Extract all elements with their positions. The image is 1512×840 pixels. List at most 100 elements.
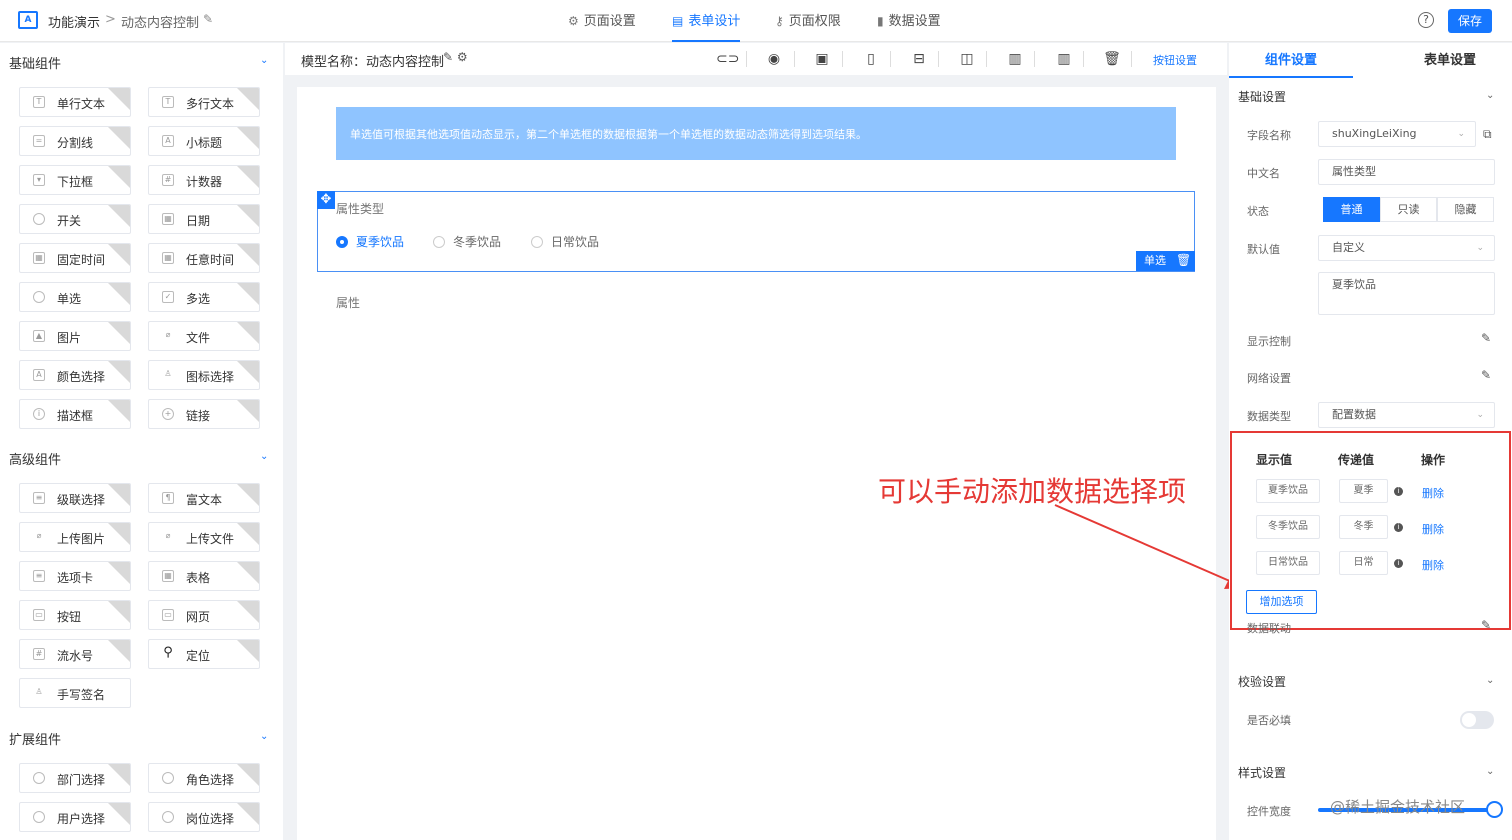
palette-item[interactable]: ≡ 选项卡 — [19, 561, 131, 591]
field-name-value: shuXingLeiXing — [1332, 127, 1417, 140]
delete-option-link[interactable]: 删除 — [1422, 521, 1444, 537]
palette-item[interactable]: ≡ 级联选择 — [19, 483, 131, 513]
drag-corner-icon — [108, 361, 130, 383]
tab-page-settings[interactable]: ⚙ 页面设置 — [568, 0, 636, 42]
edit-model-icon[interactable]: ✎ ⚙ — [443, 50, 468, 64]
option-display-input[interactable]: 夏季饮品 — [1256, 479, 1320, 503]
chevron-down-icon[interactable]: ⌄ — [260, 451, 268, 462]
palette-item[interactable]: A 小标题 — [148, 126, 260, 156]
palette-item[interactable]: ♙ 手写签名 — [19, 678, 131, 708]
required-toggle[interactable] — [1460, 711, 1494, 729]
palette-item[interactable]: ▦ 任意时间 — [148, 243, 260, 273]
copy-icon[interactable]: ⧉ — [1483, 127, 1492, 142]
width-slider-handle[interactable] — [1486, 801, 1503, 818]
link-icon[interactable]: ⊂⊃ — [716, 49, 739, 69]
three-column-icon[interactable]: ▥ — [1005, 49, 1025, 69]
status-option-normal[interactable]: 普通 — [1323, 197, 1380, 222]
default-value-select[interactable]: 自定义 ⌄ — [1318, 235, 1495, 261]
edit-icon[interactable]: ✎ — [1481, 368, 1491, 382]
two-column-icon[interactable]: ◫ — [957, 49, 977, 69]
section-style[interactable]: 样式设置 — [1238, 764, 1286, 781]
radio-option[interactable]: 夏季饮品 — [336, 233, 404, 250]
section-validation[interactable]: 校验设置 — [1238, 673, 1286, 690]
palette-item-label: 手写签名 — [57, 688, 106, 702]
palette-item[interactable]: + 链接 — [148, 399, 260, 429]
drag-corner-icon — [237, 88, 259, 110]
chevron-down-icon[interactable]: ⌄ — [1486, 675, 1494, 686]
chevron-down-icon[interactable]: ⌄ — [260, 731, 268, 742]
move-icon[interactable]: ✥ — [317, 191, 335, 209]
default-value-textarea[interactable]: 夏季饮品 — [1318, 272, 1495, 315]
add-option-button[interactable]: 增加选项 — [1246, 590, 1317, 614]
palette-item[interactable]: ✓ 多选 — [148, 282, 260, 312]
option-value-input[interactable]: 夏季 — [1339, 479, 1388, 503]
one-column-icon[interactable]: ⊟ — [909, 49, 929, 69]
info-icon: i — [33, 408, 45, 420]
chevron-down-icon[interactable]: ⌄ — [260, 55, 268, 66]
palette-item[interactable]: ¶ 富文本 — [148, 483, 260, 513]
selected-field-frame[interactable] — [317, 191, 1195, 272]
delete-field-icon[interactable]: 🗑 — [1176, 253, 1191, 267]
drag-corner-icon — [237, 283, 259, 305]
radio-option[interactable]: 冬季饮品 — [433, 233, 501, 250]
palette-item[interactable]: ▦ 固定时间 — [19, 243, 131, 273]
palette-item[interactable]: = 分割线 — [19, 126, 131, 156]
field-name-select[interactable]: shuXingLeiXing ⌄ — [1318, 121, 1476, 147]
palette-item[interactable]: ▾ 下拉框 — [19, 165, 131, 195]
palette-item[interactable]: ♙ 图标选择 — [148, 360, 260, 390]
cn-name-input[interactable]: 属性类型 — [1318, 159, 1495, 185]
palette-item[interactable]: # 计数器 — [148, 165, 260, 195]
edit-icon[interactable]: ✎ — [1481, 618, 1491, 632]
button-settings-link[interactable]: 按钮设置 — [1153, 52, 1197, 68]
palette-item[interactable]: ▲ 图片 — [19, 321, 131, 351]
palette-item[interactable]: ⌀ 文件 — [148, 321, 260, 351]
palette-item[interactable]: # 流水号 — [19, 639, 131, 669]
palette-item[interactable]: ▦ 日期 — [148, 204, 260, 234]
delete-option-link[interactable]: 删除 — [1422, 557, 1444, 573]
edit-title-icon[interactable]: ✎ — [203, 12, 213, 26]
palette-item[interactable]: 单选 — [19, 282, 131, 312]
section-basic-settings[interactable]: 基础设置 — [1238, 88, 1286, 105]
palette-item[interactable]: ⚲ 定位 — [148, 639, 260, 669]
palette-item[interactable]: T 多行文本 — [148, 87, 260, 117]
palette-item[interactable]: 部门选择 — [19, 763, 131, 793]
palette-item[interactable]: T 单行文本 — [19, 87, 131, 117]
desktop-view-icon[interactable]: ▣ — [812, 49, 832, 69]
trash-icon[interactable]: 🗑 — [1102, 49, 1122, 69]
status-option-readonly[interactable]: 只读 — [1380, 197, 1437, 222]
option-display-input[interactable]: 冬季饮品 — [1256, 515, 1320, 539]
mobile-view-icon[interactable]: ▯ — [861, 49, 881, 69]
drag-corner-icon — [108, 322, 130, 344]
tab-component-settings[interactable]: 组件设置 — [1229, 43, 1353, 78]
palette-item[interactable]: A 颜色选择 — [19, 360, 131, 390]
preview-eye-icon[interactable]: ◉ — [764, 49, 784, 69]
help-icon[interactable]: ? — [1418, 12, 1434, 28]
palette-item[interactable]: ▭ 网页 — [148, 600, 260, 630]
tab-form-settings[interactable]: 表单设置 — [1388, 43, 1512, 78]
app-title[interactable]: 功能演示 — [48, 12, 100, 31]
radio-option[interactable]: 日常饮品 — [531, 233, 599, 250]
palette-item[interactable]: ▭ 按钮 — [19, 600, 131, 630]
save-button[interactable]: 保存 — [1448, 9, 1492, 33]
option-value-input[interactable]: 冬季 — [1339, 515, 1388, 539]
palette-item[interactable]: 开关 — [19, 204, 131, 234]
palette-item[interactable]: ⌀ 上传图片 — [19, 522, 131, 552]
palette-item[interactable]: 岗位选择 — [148, 802, 260, 832]
palette-item[interactable]: ⌀ 上传文件 — [148, 522, 260, 552]
palette-item[interactable]: 角色选择 — [148, 763, 260, 793]
palette-item[interactable]: i 描述框 — [19, 399, 131, 429]
edit-icon[interactable]: ✎ — [1481, 331, 1491, 345]
chevron-down-icon[interactable]: ⌄ — [1486, 90, 1494, 101]
option-value-input[interactable]: 日常 — [1339, 551, 1388, 575]
data-type-select[interactable]: 配置数据 ⌄ — [1318, 402, 1495, 428]
option-display-input[interactable]: 日常饮品 — [1256, 551, 1320, 575]
tab-form-design[interactable]: ▤ 表单设计 — [672, 0, 741, 42]
tab-data-settings[interactable]: ▮ 数据设置 — [877, 0, 941, 42]
delete-option-link[interactable]: 删除 — [1422, 485, 1444, 501]
four-column-icon[interactable]: ▥ — [1054, 49, 1074, 69]
status-option-hidden[interactable]: 隐藏 — [1437, 197, 1494, 222]
chevron-down-icon[interactable]: ⌄ — [1486, 766, 1494, 777]
palette-item[interactable]: 用户选择 — [19, 802, 131, 832]
palette-item[interactable]: ▦ 表格 — [148, 561, 260, 591]
tab-page-permissions[interactable]: ⚷ 页面权限 — [775, 0, 841, 42]
